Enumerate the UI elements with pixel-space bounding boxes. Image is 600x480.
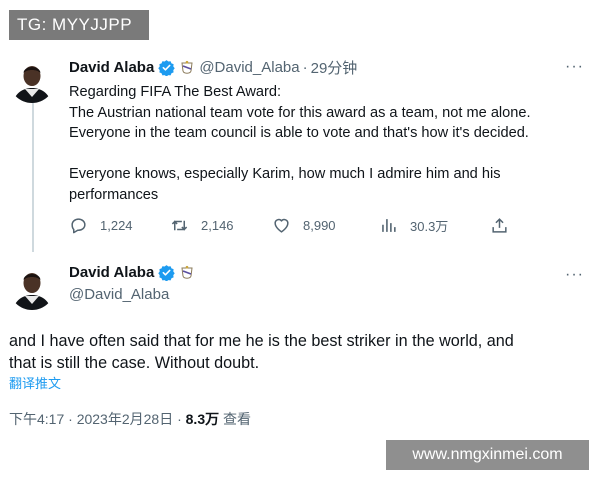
- share-button[interactable]: [490, 216, 509, 235]
- main-tweet-text: and I have often said that for me he is …: [9, 330, 594, 374]
- thread-connector-line: [32, 102, 34, 252]
- club-crest-icon: [179, 60, 195, 76]
- avatar[interactable]: [9, 264, 55, 310]
- tweet-text-line: The Austrian national team vote for this…: [69, 104, 531, 121]
- tweet-text-line: Everyone knows, especially Karim, how mu…: [69, 166, 501, 182]
- translate-tweet-link[interactable]: 翻译推文: [9, 373, 61, 392]
- more-options-icon[interactable]: ···: [565, 59, 584, 75]
- views-total: 8.3万: [185, 411, 220, 427]
- tweet-meta-row: 下午4:17 · 2023年2月28日 · 8.3万 查看: [9, 409, 251, 429]
- display-name[interactable]: David Alaba: [69, 264, 154, 281]
- retweet-icon: [170, 216, 189, 235]
- tweet-text-line: and I have often said that for me he is …: [9, 332, 514, 350]
- timestamp[interactable]: 下午4:17 · 2023年2月28日 ·: [9, 411, 182, 427]
- tweet-text-line: Everyone in the team council is able to …: [69, 125, 529, 141]
- reply-count: 1,224: [100, 218, 133, 233]
- main-tweet-header: David Alaba: [69, 264, 195, 281]
- views-label: 查看: [223, 411, 251, 427]
- more-options-icon[interactable]: ···: [565, 267, 584, 283]
- bar-chart-icon: [379, 216, 398, 235]
- reply-icon: [69, 216, 88, 235]
- heart-icon: [272, 216, 291, 235]
- reply-button[interactable]: 1,224: [69, 216, 133, 235]
- verified-badge-icon: [158, 264, 176, 281]
- tweet-text-line: performances: [69, 186, 159, 203]
- club-crest-icon: [179, 265, 195, 281]
- tweet-text-line: Regarding FIFA The Best Award:: [69, 84, 282, 100]
- retweet-button[interactable]: 2,146: [170, 216, 234, 235]
- tweet-action-bar: 1,224 2,146 8,990 30.3万: [69, 216, 509, 238]
- retweet-count: 2,146: [201, 218, 234, 233]
- tweet-text-blank-line: [69, 144, 589, 165]
- verified-badge-icon: [158, 59, 176, 76]
- parent-tweet-text: Regarding FIFA The Best Award: The Austr…: [69, 82, 589, 205]
- like-button[interactable]: 8,990: [272, 216, 336, 235]
- views-count: 30.3万: [410, 219, 449, 234]
- like-count: 8,990: [303, 218, 336, 233]
- site-watermark: www.nmgxinmei.com: [386, 440, 589, 470]
- share-icon: [490, 216, 509, 235]
- separator-dot: ·: [302, 59, 308, 76]
- avatar[interactable]: [9, 57, 55, 103]
- handle[interactable]: @David_Alaba: [199, 59, 299, 76]
- time-ago[interactable]: 29分钟: [311, 57, 358, 78]
- tg-watermark-label: TG: MYYJJPP: [9, 10, 149, 40]
- handle[interactable]: @David_Alaba: [69, 286, 169, 303]
- display-name[interactable]: David Alaba: [69, 59, 154, 76]
- parent-tweet-header: David Alaba @David_Alaba · 29分钟: [69, 57, 357, 78]
- tweet-text-line: that is still the case. Without doubt.: [9, 354, 260, 372]
- views-button[interactable]: 30.3万: [379, 216, 448, 235]
